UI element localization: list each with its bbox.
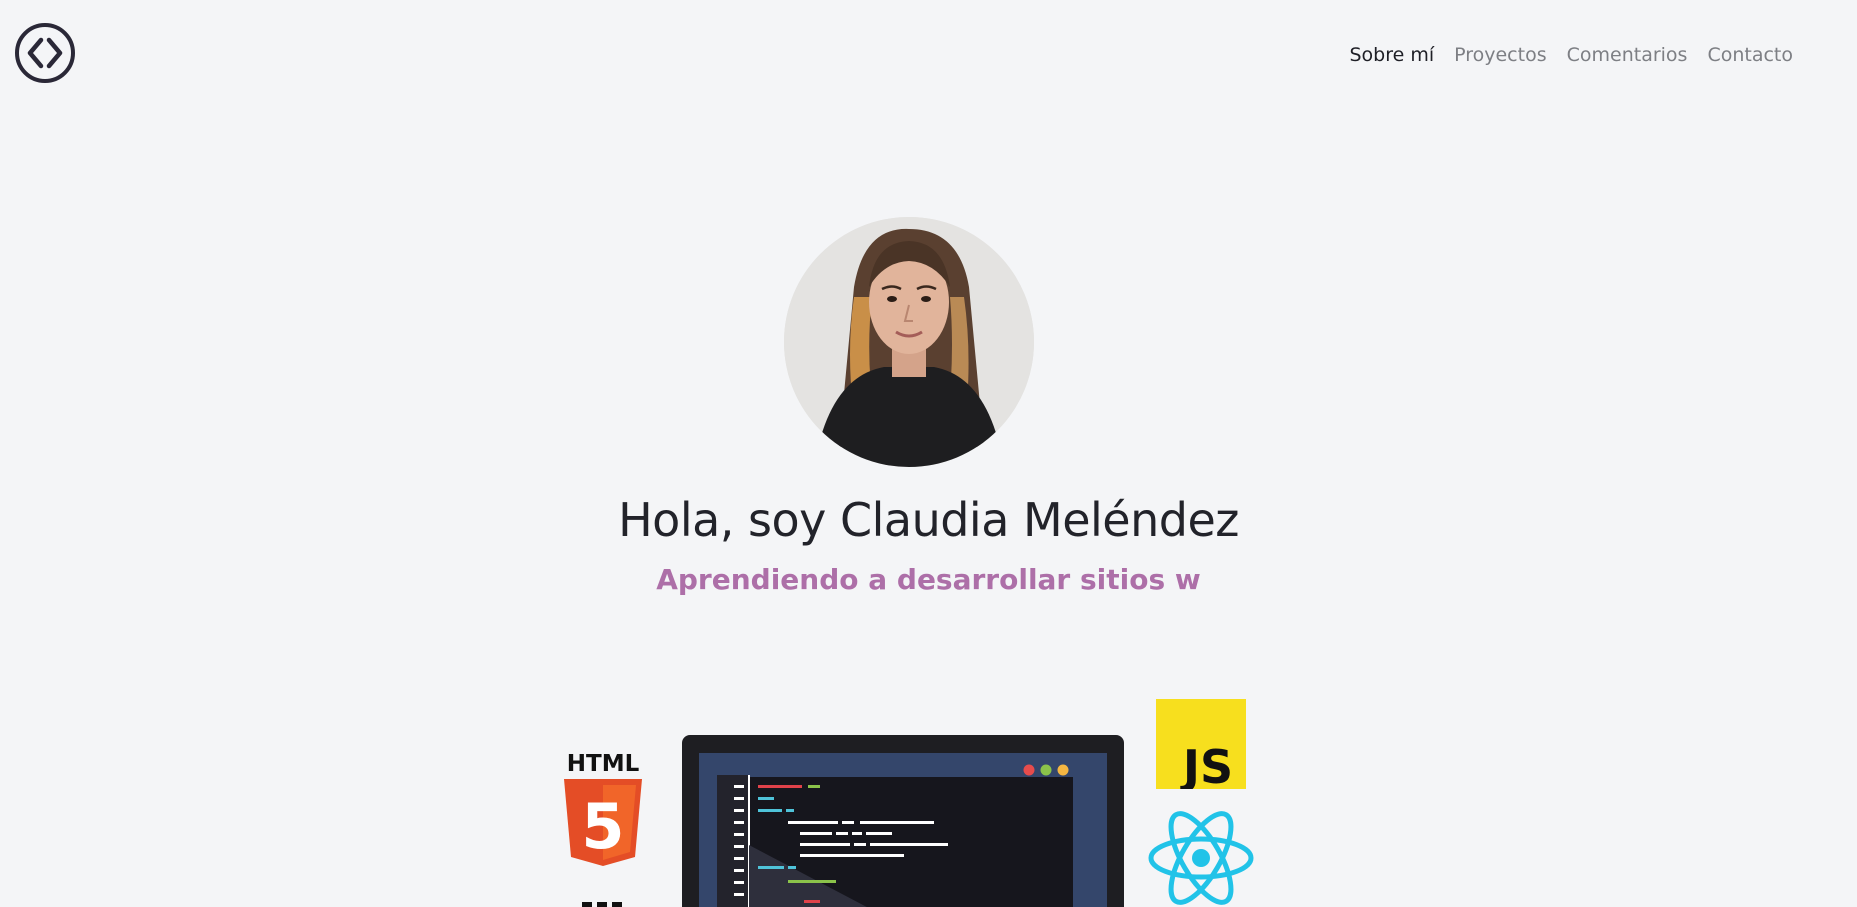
nav-link-proyectos[interactable]: Proyectos xyxy=(1454,44,1547,66)
nav-link-sobre-mi[interactable]: Sobre mí xyxy=(1349,44,1434,66)
avatar xyxy=(784,217,1034,467)
code-brackets-logo-icon[interactable] xyxy=(14,22,76,84)
react-logo-icon xyxy=(1148,811,1254,905)
laptop-code-illustration xyxy=(682,735,1124,907)
hero-title: Hola, soy Claudia Meléndez xyxy=(618,493,1239,547)
main-nav: Sobre mí Proyectos Comentarios Contacto xyxy=(1349,44,1793,66)
svg-text:HTML: HTML xyxy=(567,751,640,777)
nav-link-contacto[interactable]: Contacto xyxy=(1707,44,1793,66)
profile-photo xyxy=(784,217,1034,467)
javascript-logo-icon: JS xyxy=(1156,699,1246,789)
nav-link-comentarios[interactable]: Comentarios xyxy=(1567,44,1688,66)
html5-logo-icon: HTML 5 xyxy=(564,751,642,866)
css3-logo-icon xyxy=(582,902,622,907)
hero-subtitle: Aprendiendo a desarrollar sitios w xyxy=(656,563,1201,596)
svg-text:JS: JS xyxy=(1180,740,1233,789)
svg-text:5: 5 xyxy=(581,790,624,863)
